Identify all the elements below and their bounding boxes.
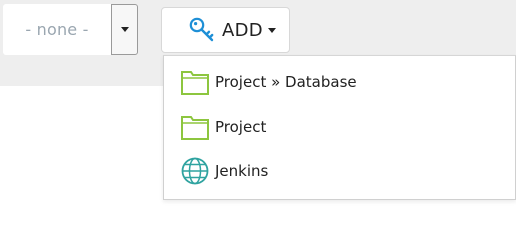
add-credentials-button[interactable]: ADD bbox=[161, 7, 290, 53]
menu-item-label: Project » Database bbox=[215, 73, 357, 91]
key-icon bbox=[189, 17, 214, 42]
menu-item-project-database[interactable]: Project » Database bbox=[180, 66, 357, 98]
add-button-label: ADD bbox=[222, 19, 263, 41]
add-dropdown-menu: Project » Database Project Jenkins bbox=[163, 55, 516, 200]
menu-item-label: Project bbox=[215, 118, 267, 136]
menu-item-jenkins[interactable]: Jenkins bbox=[180, 155, 268, 187]
menu-item-label: Jenkins bbox=[215, 162, 269, 180]
folder-icon bbox=[181, 71, 209, 95]
credentials-picker: - none - ADD Project » Database Project bbox=[0, 0, 516, 205]
select-dropdown-toggle[interactable] bbox=[111, 4, 138, 55]
globe-icon bbox=[181, 157, 209, 185]
folder-icon bbox=[181, 116, 209, 140]
caret-down-icon bbox=[120, 27, 129, 32]
chevron-down-icon bbox=[267, 27, 276, 33]
select-value: - none - bbox=[25, 20, 89, 39]
menu-item-project[interactable]: Project bbox=[180, 111, 266, 143]
credentials-select[interactable]: - none - bbox=[3, 4, 111, 55]
